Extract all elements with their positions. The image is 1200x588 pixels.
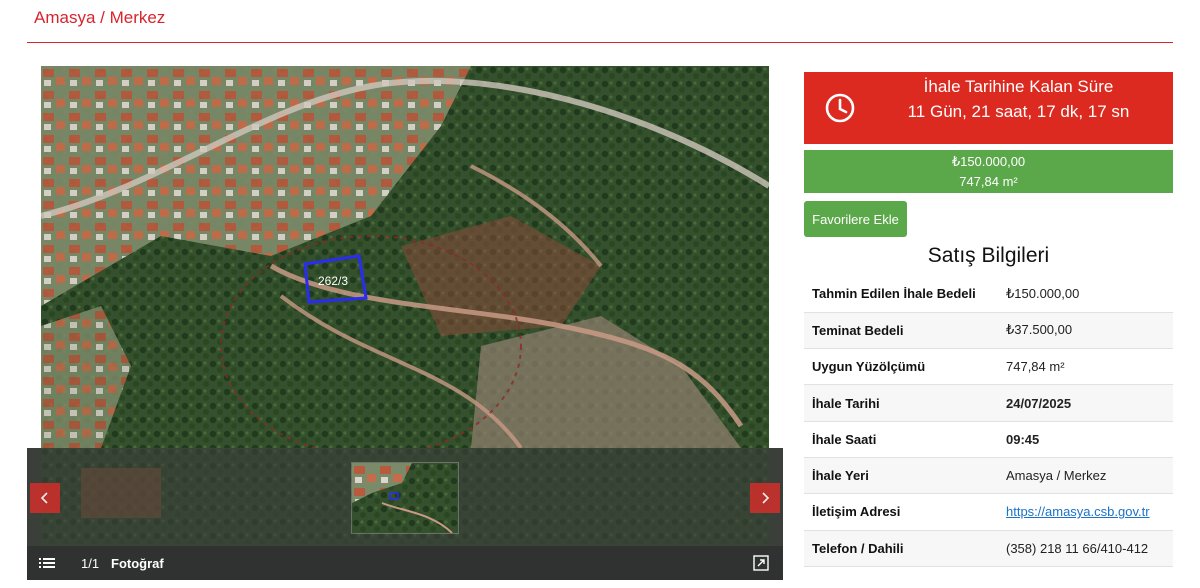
price-summary: ₺150.000,00 747,84 m²: [804, 150, 1173, 193]
clock-icon: [825, 93, 855, 123]
page-title: Amasya / Merkez: [34, 8, 166, 27]
parcel-label: 262/3: [318, 274, 348, 288]
row-key: Uygun Yüzölçümü: [812, 359, 926, 375]
countdown-title: İhale Tarihine Kalan Süre: [923, 77, 1114, 96]
table-row: İhale Tarihi 24/07/2025: [804, 384, 1173, 422]
thumbnail-strip: [27, 448, 783, 546]
row-key: Tahmin Edilen İhale Bedeli: [812, 286, 976, 302]
row-value: ₺150.000,00: [1006, 285, 1080, 301]
gallery-toolbar: 1/1 Fotoğraf: [27, 546, 783, 580]
row-key: Telefon / Dahili: [812, 540, 904, 556]
row-key: Teminat Bedeli: [812, 322, 904, 338]
thumbnail-item[interactable]: [351, 462, 459, 534]
countdown-banner: İhale Tarihine Kalan Süre 11 Gün, 21 saa…: [804, 72, 1173, 144]
row-key: İhale Saati: [812, 431, 877, 447]
title-divider: [27, 42, 1173, 43]
thumbnail-image: [352, 463, 458, 533]
table-row: İletişim Adresi https://amasya.csb.gov.t…: [804, 494, 1173, 531]
row-value: https://amasya.csb.gov.tr: [998, 494, 1173, 530]
table-row: Uygun Yüzölçümü 747,84 m²: [804, 349, 1173, 385]
contact-link[interactable]: https://amasya.csb.gov.tr: [1006, 504, 1150, 519]
main-photo[interactable]: 262/3: [41, 66, 769, 448]
gallery-next-button[interactable]: [750, 483, 780, 513]
photo-counter: 1/1: [81, 556, 100, 571]
table-row: Tahmin Edilen İhale Bedeli ₺150.000,00: [804, 276, 1173, 313]
table-row: İhale Saati 09:45: [804, 421, 1173, 458]
row-value: Amasya / Merkez: [1006, 468, 1107, 484]
satellite-image: 262/3: [41, 66, 769, 448]
row-value: 09:45: [1006, 431, 1040, 447]
list-icon[interactable]: [39, 555, 55, 571]
photo-label: Fotoğraf: [111, 556, 164, 571]
price-value: ₺150.000,00: [951, 154, 1026, 169]
row-value: 24/07/2025: [1006, 395, 1072, 411]
sales-info-table: Tahmin Edilen İhale Bedeli ₺150.000,00 T…: [804, 276, 1173, 567]
row-value: (358) 218 11 66/410-412: [1006, 540, 1149, 556]
gallery-prev-button[interactable]: [30, 483, 60, 513]
row-value: ₺37.500,00: [1006, 322, 1073, 338]
row-key: İletişim Adresi: [812, 504, 901, 520]
row-value: 747,84 m²: [1006, 359, 1065, 375]
table-row: Telefon / Dahili (358) 218 11 66/410-412: [804, 530, 1173, 567]
area-value: 747,84 m²: [959, 174, 1018, 189]
add-to-favorites-button[interactable]: Favorilere Ekle: [804, 201, 907, 237]
countdown-value: 11 Gün, 21 saat, 17 dk, 17 sn: [907, 102, 1130, 121]
table-row: İhale Yeri Amasya / Merkez: [804, 457, 1173, 494]
chevron-left-icon: [40, 492, 48, 504]
table-row: Teminat Bedeli ₺37.500,00: [804, 312, 1173, 349]
photo-gallery: 262/3 1/1 Fotoğraf: [27, 66, 783, 588]
row-key: İhale Yeri: [812, 468, 869, 484]
row-key: İhale Tarihi: [812, 395, 880, 411]
fullscreen-icon[interactable]: [753, 555, 769, 571]
sales-info-title: Satış Bilgileri: [927, 244, 1050, 267]
chevron-right-icon: [762, 492, 770, 504]
